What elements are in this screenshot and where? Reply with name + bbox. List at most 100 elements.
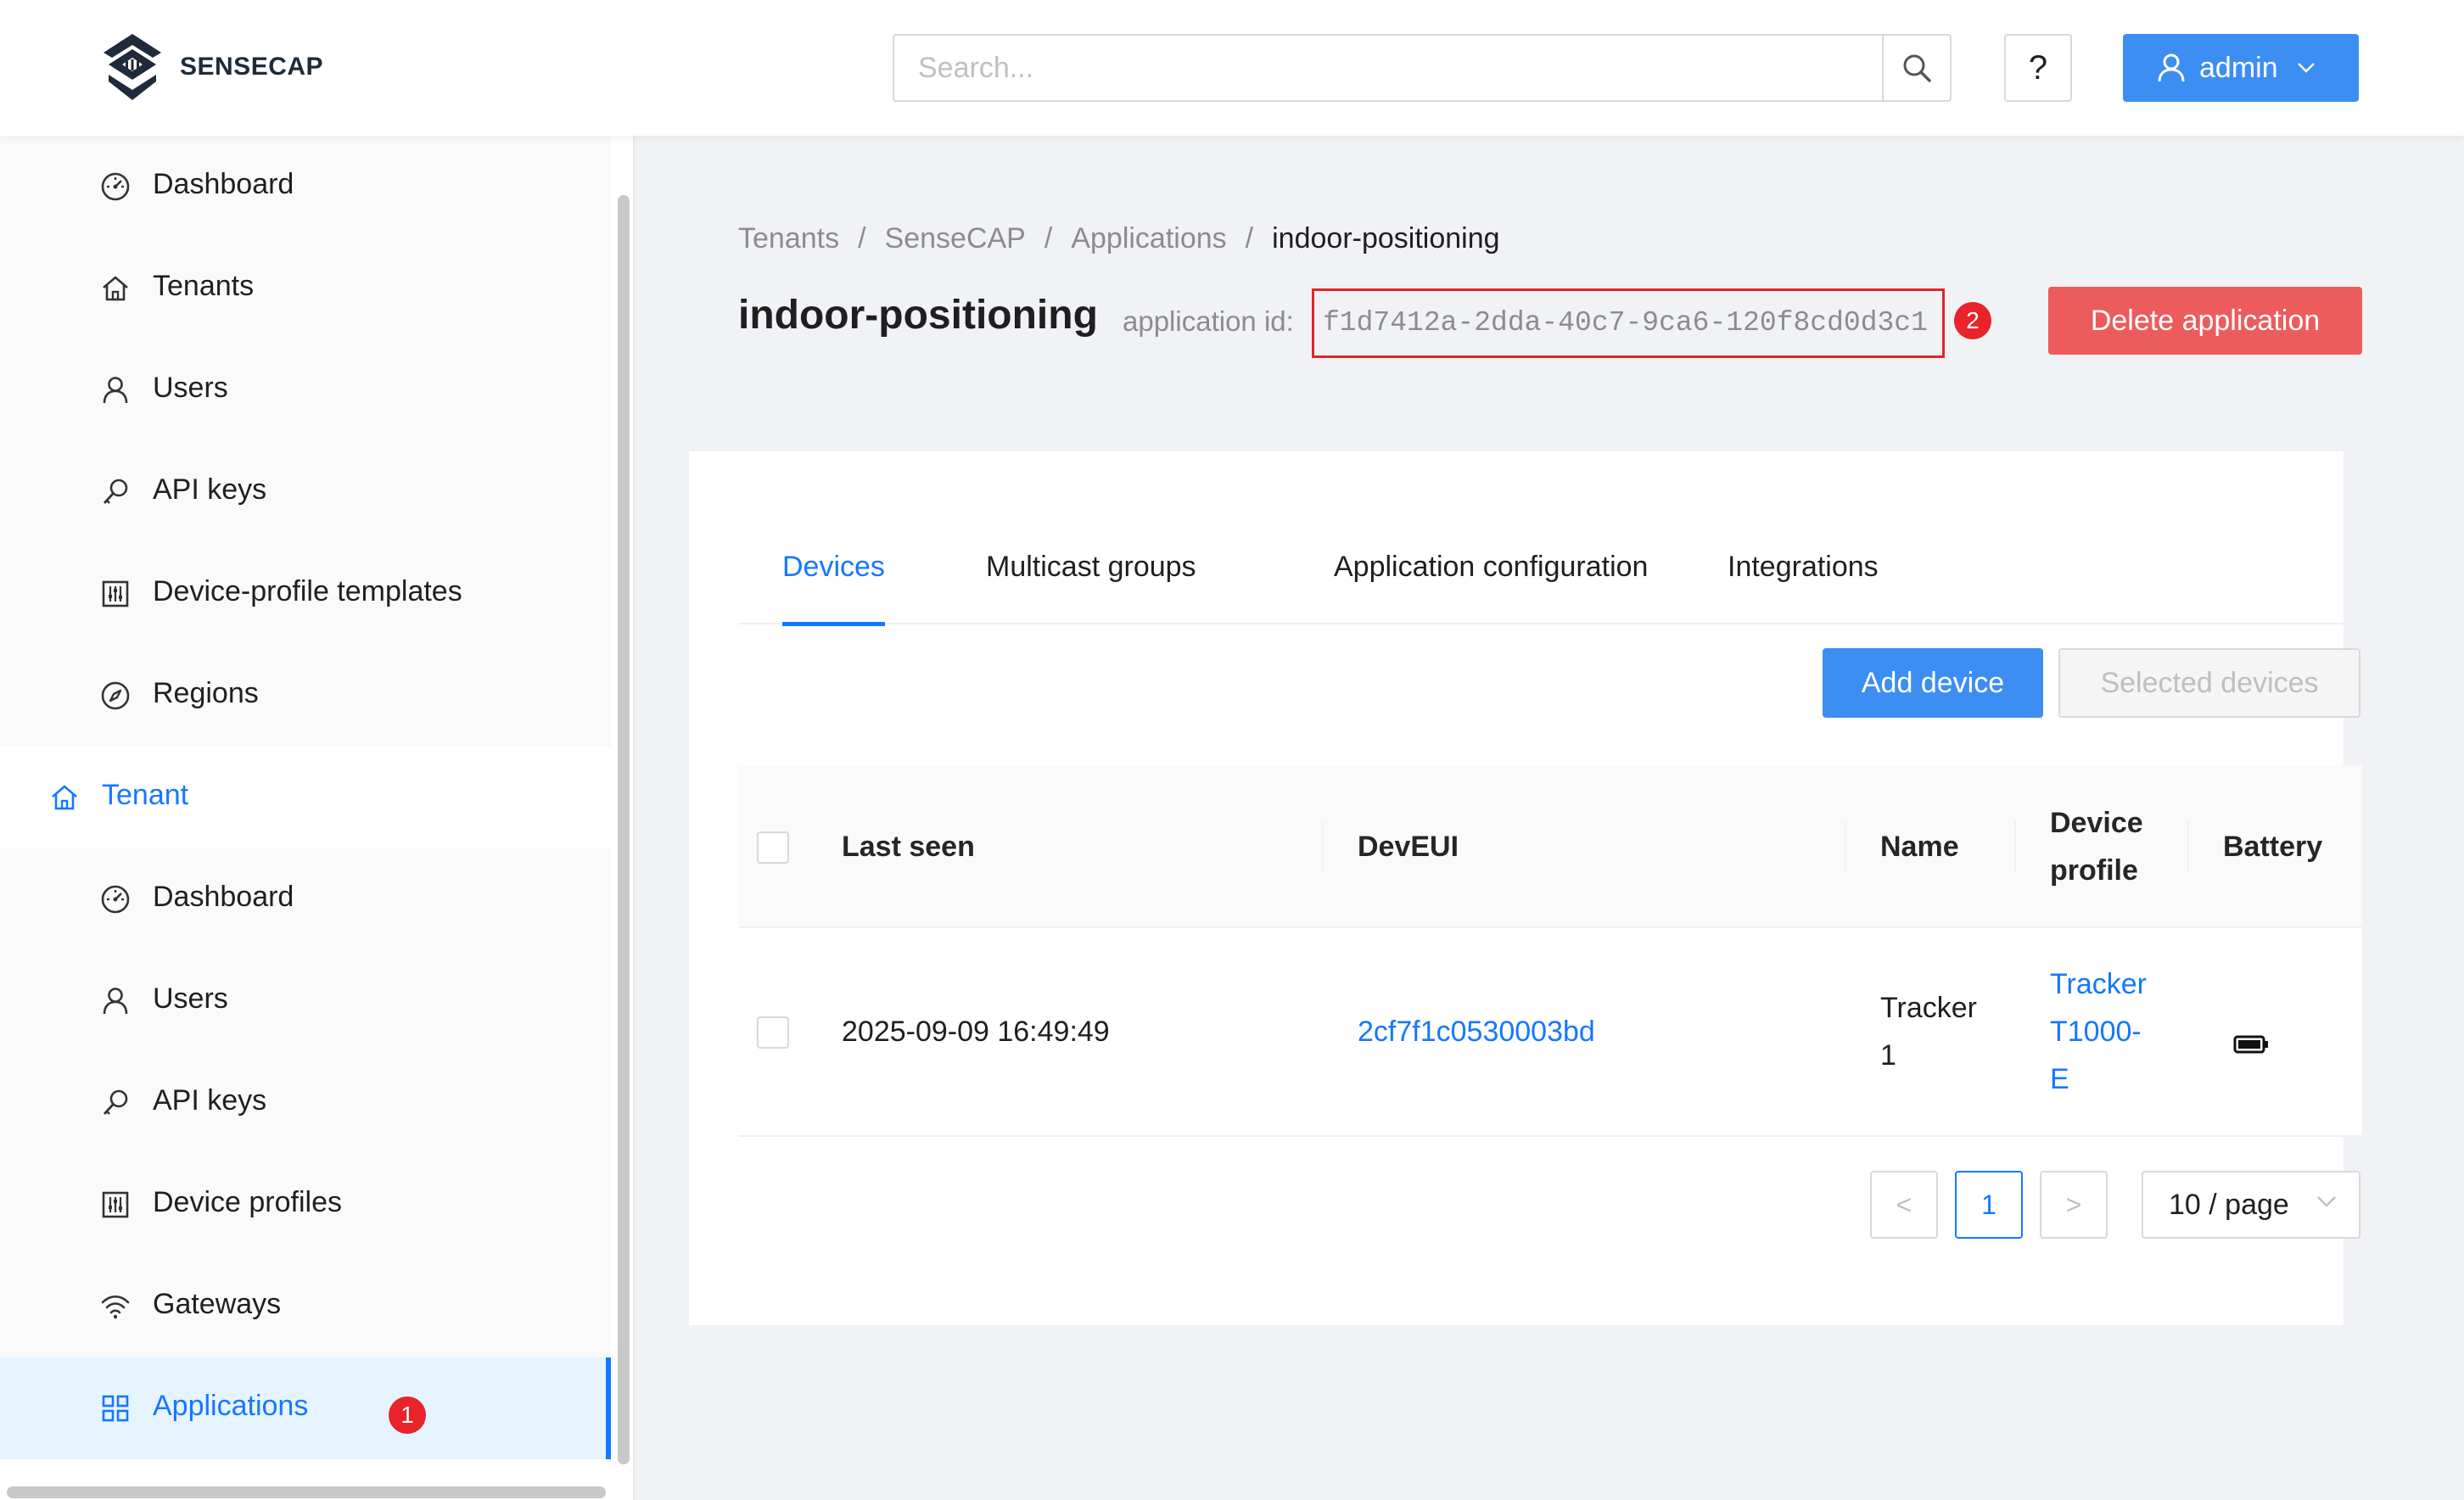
sidebar-item-label: API keys — [153, 1084, 267, 1117]
sidebar-item-users[interactable]: Users — [0, 339, 611, 441]
tab-application-configuration[interactable]: Application configuration — [1334, 533, 1648, 624]
select-all-checkbox[interactable] — [757, 831, 789, 864]
cell-device-profile-line2: T1000- — [2050, 1016, 2142, 1048]
delete-application-button[interactable]: Delete application — [2048, 287, 2362, 355]
wifi-icon — [101, 1295, 130, 1319]
page-size-select[interactable]: 10 / page — [2142, 1171, 2360, 1239]
brand-logo[interactable]: SENSECAP — [100, 32, 323, 102]
column-divider — [2014, 821, 2016, 872]
cell-name: Tracker 1 — [1880, 984, 1977, 1079]
breadcrumb-applications[interactable]: Applications — [1071, 222, 1226, 255]
add-device-button[interactable]: Add device — [1823, 648, 2043, 718]
key-icon — [103, 1089, 128, 1115]
column-battery[interactable]: Battery — [2223, 823, 2322, 870]
table-row: 2025-09-09 16:49:49 2cf7f1c0530003bd Tra… — [738, 928, 2362, 1137]
cell-device-profile-line1: Tracker — [2050, 968, 2147, 1000]
sidebar-item-label: Gateways — [153, 1288, 282, 1320]
sidebar-item-tenants[interactable]: Tenants — [0, 238, 611, 339]
breadcrumb-separator: / — [1044, 222, 1053, 255]
sensecap-logo-icon — [104, 34, 161, 100]
column-divider — [2187, 821, 2189, 872]
column-deveui[interactable]: DevEUI — [1358, 823, 1459, 870]
sidebar-item-regions[interactable]: Regions — [0, 645, 611, 747]
tab-bar: Devices Multicast groups Application con… — [738, 533, 2362, 626]
sidebar-item-label: Dashboard — [153, 881, 294, 913]
user-icon — [103, 988, 128, 1015]
sidebar-horizontal-scrollbar[interactable] — [7, 1486, 606, 1498]
search-button[interactable] — [1882, 36, 1950, 100]
tab-integrations[interactable]: Integrations — [1728, 533, 1879, 624]
annotation-badge-2: 2 — [1954, 302, 1991, 339]
pagination-prev-button[interactable]: < — [1870, 1171, 1938, 1239]
page-title: indoor-positioning — [738, 293, 1098, 338]
cell-device-profile-link[interactable]: Tracker T1000- E — [2050, 960, 2147, 1103]
sidebar-vertical-scrollbar[interactable] — [618, 195, 630, 1464]
search-box — [893, 34, 1952, 102]
cell-battery — [2233, 1021, 2269, 1069]
sidebar-item-gateways[interactable]: Gateways — [0, 1256, 611, 1357]
breadcrumb-separator: / — [858, 222, 866, 255]
sidebar-item-tenant-users[interactable]: Users — [0, 950, 611, 1052]
breadcrumb: Tenants / SenseCAP / Applications / indo… — [738, 222, 1500, 255]
column-last-seen[interactable]: Last seen — [842, 823, 975, 870]
sidebar-item-tenant-dashboard[interactable]: Dashboard — [0, 848, 611, 950]
grid-icon — [102, 1395, 129, 1422]
column-divider — [1845, 821, 1846, 872]
cell-device-profile-line3: E — [2050, 1063, 2069, 1095]
sliders-icon — [102, 580, 129, 607]
search-input[interactable] — [894, 36, 1884, 100]
page-size-value: 10 / page — [2169, 1188, 2289, 1221]
battery-full-icon — [2233, 1035, 2268, 1054]
help-button[interactable]: ? — [2004, 34, 2072, 102]
breadcrumb-tenants[interactable]: Tenants — [738, 222, 839, 255]
dashboard-icon — [101, 885, 130, 914]
pagination-page-1[interactable]: 1 — [1955, 1171, 2023, 1239]
column-device-profile[interactable]: Device profile — [2050, 799, 2143, 894]
column-divider — [1322, 821, 1324, 872]
sidebar-item-applications[interactable]: Applications 1 — [0, 1357, 611, 1459]
key-icon — [103, 479, 128, 504]
help-icon: ? — [2028, 48, 2048, 87]
dashboard-icon — [101, 172, 130, 201]
sidebar-item-label: Applications — [153, 1390, 309, 1422]
column-name[interactable]: Name — [1880, 823, 1959, 870]
sidebar-item-device-profiles[interactable]: Device profiles — [0, 1154, 611, 1256]
devices-table: Last seen DevEUI Name Device profile Bat… — [738, 765, 2362, 1137]
breadcrumb-current: indoor-positioning — [1272, 222, 1500, 255]
sidebar-item-label: Regions — [153, 677, 259, 709]
tab-devices[interactable]: Devices — [782, 533, 885, 626]
brand-name: SENSECAP — [180, 53, 324, 81]
chevron-right-icon: > — [2065, 1189, 2082, 1220]
sliders-icon — [102, 1191, 129, 1218]
tab-multicast-groups[interactable]: Multicast groups — [986, 533, 1196, 624]
sidebar-group-label: Tenant — [102, 779, 189, 811]
sidebar-group-tenant[interactable]: Tenant — [0, 747, 611, 848]
selected-devices-button[interactable]: Selected devices — [2058, 648, 2360, 718]
sidebar-item-label: Users — [153, 982, 228, 1015]
application-card: Devices Multicast groups Application con… — [689, 451, 2362, 1325]
sidebar-item-device-profile-templates[interactable]: Device-profile templates — [0, 543, 611, 645]
column-device-profile-line1: Device — [2050, 807, 2143, 839]
top-header: SENSECAP ? admin — [0, 0, 2464, 136]
user-menu-button[interactable]: admin — [2123, 34, 2359, 102]
row-checkbox[interactable] — [757, 1016, 789, 1049]
sidebar-item-api-keys[interactable]: API keys — [0, 441, 611, 543]
sidebar-item-dashboard[interactable]: Dashboard — [0, 136, 611, 238]
sidebar-item-label: Dashboard — [153, 168, 294, 200]
sidebar-item-label: Users — [153, 372, 228, 404]
compass-icon — [101, 681, 130, 710]
user-icon — [103, 377, 128, 404]
pagination-next-button[interactable]: > — [2040, 1171, 2108, 1239]
application-id-label: application id: — [1123, 305, 1294, 337]
chevron-down-icon — [2317, 1196, 2336, 1207]
user-icon — [2158, 53, 2185, 82]
breadcrumb-sensecap[interactable]: SenseCAP — [885, 222, 1026, 255]
sidebar-item-tenant-api-keys[interactable]: API keys — [0, 1052, 611, 1154]
application-id-value: f1d7412a-2dda-40c7-9ca6-120f8cd0d3c1 — [1312, 288, 1945, 358]
sidebar-item-label: API keys — [153, 473, 267, 506]
chevron-left-icon: < — [1896, 1189, 1912, 1220]
cell-deveui-link[interactable]: 2cf7f1c0530003bd — [1358, 1008, 1595, 1055]
column-device-profile-line2: profile — [2050, 854, 2138, 887]
search-icon — [1903, 54, 1931, 82]
cell-name-line1: Tracker — [1880, 992, 1977, 1024]
